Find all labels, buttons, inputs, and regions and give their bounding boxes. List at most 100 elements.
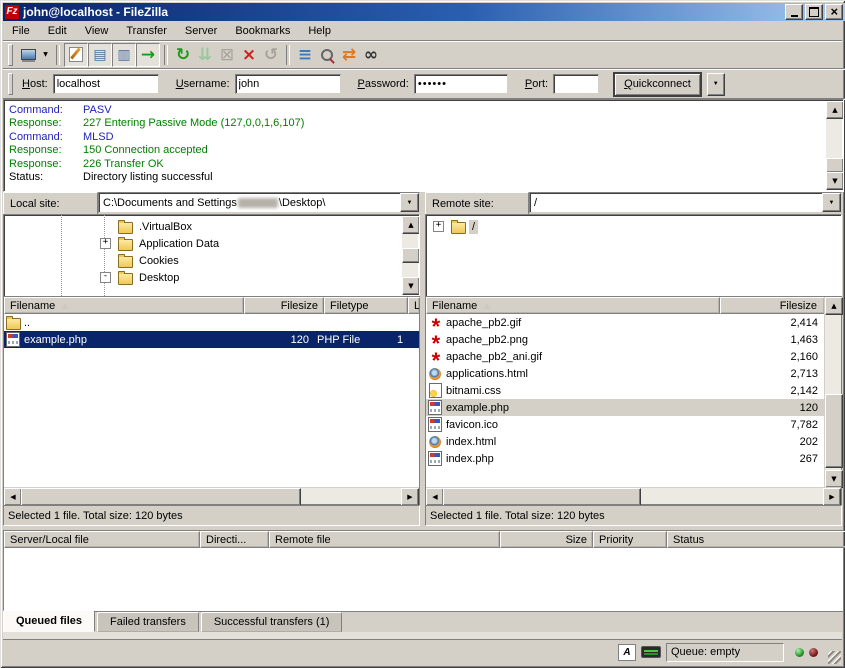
queue-tab[interactable]: Queued files: [3, 610, 95, 632]
column-header-filename[interactable]: Filename: [426, 297, 720, 314]
scroll-right-icon[interactable]: [823, 488, 841, 506]
file-row[interactable]: example.php 120: [426, 399, 825, 416]
column-header-priority[interactable]: Priority: [593, 531, 667, 548]
scroll-down-icon[interactable]: [825, 470, 843, 488]
file-row[interactable]: index.html 202: [426, 433, 825, 450]
directory-compare-icon[interactable]: [316, 44, 338, 66]
toolbar-separator[interactable]: [164, 45, 168, 65]
file-row[interactable]: applications.html 2,713: [426, 365, 825, 382]
column-header-status[interactable]: Status: [667, 531, 845, 548]
scroll-up-icon[interactable]: [402, 216, 420, 234]
scroll-thumb[interactable]: [826, 158, 844, 173]
toggle-queue-icon[interactable]: →: [136, 43, 160, 67]
tree-expander-icon[interactable]: [100, 221, 111, 232]
resize-grip[interactable]: [828, 651, 841, 664]
scroll-left-icon[interactable]: [426, 488, 444, 506]
refresh-icon[interactable]: ↻: [172, 44, 194, 66]
site-manager-dropdown[interactable]: ▼: [39, 44, 52, 66]
tree-expander-icon[interactable]: [100, 255, 111, 266]
tree-expander-icon[interactable]: +: [100, 238, 111, 249]
transfer-type-icon[interactable]: A: [618, 644, 636, 661]
column-header-direction[interactable]: Directi...: [200, 531, 269, 548]
scroll-left-icon[interactable]: [4, 488, 22, 506]
tree-expander-icon[interactable]: +: [433, 221, 444, 232]
menu-item[interactable]: Edit: [39, 23, 76, 39]
scroll-thumb[interactable]: [21, 488, 301, 506]
file-row[interactable]: ..: [4, 314, 419, 331]
column-header-filename[interactable]: Filename: [4, 297, 244, 314]
file-row[interactable]: apache_pb2.gif 2,414: [426, 314, 825, 331]
column-header-lastmodified[interactable]: L: [408, 297, 420, 314]
scroll-up-icon[interactable]: [826, 101, 844, 119]
local-tree-scrollbar[interactable]: [402, 216, 418, 295]
scroll-thumb[interactable]: [443, 488, 641, 506]
chevron-down-icon[interactable]: [400, 193, 419, 212]
column-header-filesize[interactable]: Filesize: [720, 297, 825, 314]
toolbar-separator[interactable]: [56, 45, 60, 65]
speed-limit-icon[interactable]: [641, 646, 661, 658]
port-input[interactable]: [553, 74, 599, 94]
remote-horizontal-scrollbar[interactable]: [426, 487, 841, 504]
menu-item[interactable]: File: [3, 23, 39, 39]
tree-expander-icon[interactable]: -: [100, 272, 111, 283]
column-header-size[interactable]: Size: [500, 531, 593, 548]
username-input[interactable]: [235, 74, 341, 94]
column-header-server-local-file[interactable]: Server/Local file: [4, 531, 200, 548]
column-header-filetype[interactable]: Filetype: [324, 297, 408, 314]
cancel-icon[interactable]: ⊠: [216, 44, 238, 66]
quickbar-grip[interactable]: [8, 73, 13, 95]
queue-tab[interactable]: Failed transfers: [97, 612, 199, 632]
disconnect-icon[interactable]: ×: [238, 44, 260, 66]
file-row[interactable]: example.php 120 PHP File 1: [4, 331, 419, 348]
file-row[interactable]: bitnami.css 2,142: [426, 382, 825, 399]
tree-item[interactable]: + /: [426, 218, 841, 235]
find-files-icon[interactable]: ∞: [360, 44, 382, 66]
file-row[interactable]: apache_pb2_ani.gif 2,160: [426, 348, 825, 365]
toggle-message-log-icon[interactable]: [64, 43, 88, 67]
close-button[interactable]: [825, 4, 843, 20]
queue-tab[interactable]: Successful transfers (1): [201, 612, 343, 632]
tree-item[interactable]: Cookies: [4, 252, 419, 269]
host-input[interactable]: [53, 74, 159, 94]
chevron-down-icon[interactable]: [822, 193, 841, 212]
menu-item[interactable]: Transfer: [117, 23, 176, 39]
toolbar-grip[interactable]: [8, 44, 13, 66]
local-horizontal-scrollbar[interactable]: [4, 487, 419, 504]
password-input[interactable]: [414, 74, 508, 94]
scroll-right-icon[interactable]: [401, 488, 419, 506]
file-row[interactable]: apache_pb2.png 1,463: [426, 331, 825, 348]
maximize-button[interactable]: [805, 4, 823, 20]
menu-item[interactable]: Help: [299, 23, 340, 39]
remote-site-combo[interactable]: /: [529, 192, 842, 213]
column-header-filesize[interactable]: Filesize: [244, 297, 324, 314]
site-manager-icon[interactable]: [17, 44, 39, 66]
menu-item[interactable]: Bookmarks: [226, 23, 299, 39]
sync-browsing-icon[interactable]: ⇄: [338, 44, 360, 66]
tree-item[interactable]: - Desktop: [4, 269, 419, 286]
process-queue-icon[interactable]: ⇊: [194, 44, 216, 66]
quickconnect-dropdown[interactable]: [707, 73, 725, 96]
remote-vertical-scrollbar[interactable]: [824, 297, 841, 488]
directory-filter-icon[interactable]: ≡: [294, 44, 316, 66]
scroll-thumb[interactable]: [402, 248, 420, 263]
file-row[interactable]: favicon.ico 7,782: [426, 416, 825, 433]
quickconnect-button[interactable]: Quickconnect: [613, 72, 702, 97]
toolbar-separator[interactable]: [286, 45, 290, 65]
reconnect-icon[interactable]: ↺: [260, 44, 282, 66]
toggle-local-tree-icon[interactable]: ▤: [88, 43, 112, 67]
scroll-down-icon[interactable]: [402, 277, 420, 295]
scroll-up-icon[interactable]: [825, 297, 843, 315]
file-row[interactable]: index.php 267: [426, 450, 825, 467]
scroll-down-icon[interactable]: [826, 172, 844, 190]
minimize-button[interactable]: [785, 4, 803, 20]
log-scrollbar[interactable]: [826, 101, 842, 190]
column-header-remote-file[interactable]: Remote file: [269, 531, 500, 548]
tree-item[interactable]: + Application Data: [4, 235, 419, 252]
tree-item[interactable]: .VirtualBox: [4, 218, 419, 235]
toggle-remote-tree-icon[interactable]: ▥: [112, 43, 136, 67]
local-site-combo[interactable]: C:\Documents and Settings\Desktop\: [98, 192, 420, 213]
scroll-thumb[interactable]: [825, 394, 843, 468]
title-bar[interactable]: Fz john@localhost - FileZilla: [3, 3, 845, 21]
menu-item[interactable]: View: [76, 23, 118, 39]
menu-item[interactable]: Server: [176, 23, 226, 39]
